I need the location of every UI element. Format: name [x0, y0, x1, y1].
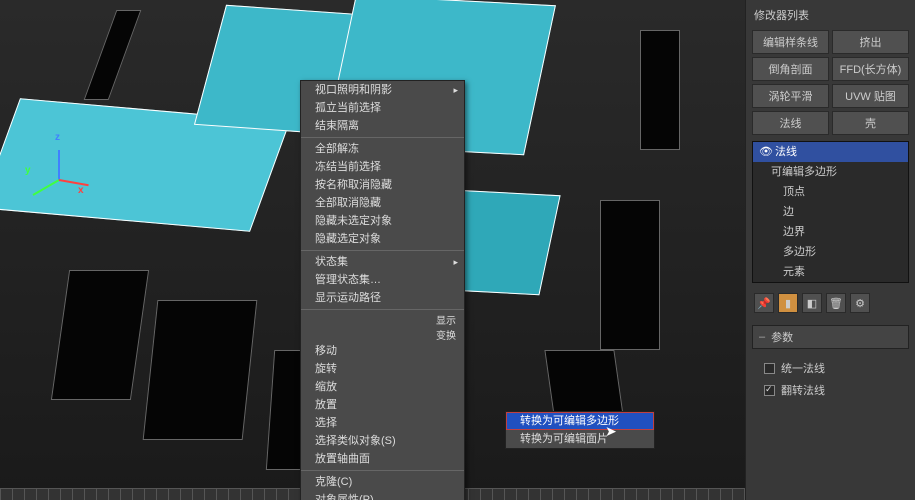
modifier-button[interactable]: 涡轮平滑	[752, 84, 829, 108]
checkbox-unify-normals[interactable]: 统一法线	[764, 357, 897, 379]
configure-sets-button[interactable]: ⚙	[850, 293, 870, 313]
axis-z-label: z	[55, 132, 60, 143]
rollout-params: 参数 统一法线 翻转法线	[752, 325, 909, 409]
modifier-button[interactable]: 壳	[832, 111, 909, 135]
make-unique-button[interactable]: ◧	[802, 293, 822, 313]
stack-subitem[interactable]: 边界	[753, 222, 908, 242]
rollout-title: 参数	[771, 329, 793, 345]
stack-subitem[interactable]: 边	[753, 202, 908, 222]
submenu-item-editable-poly[interactable]: 转换为可编辑多边形	[506, 412, 654, 430]
modifier-button[interactable]: 倒角剖面	[752, 57, 829, 81]
modifier-button[interactable]: UVW 贴图	[832, 84, 909, 108]
checkbox-label: 翻转法线	[781, 382, 825, 398]
menu-item[interactable]: 全部解冻	[301, 140, 464, 158]
menu-item[interactable]: 放置轴曲面	[301, 450, 464, 468]
context-submenu: 转换为可编辑多边形 转换为可编辑面片	[505, 411, 655, 449]
rollout-body: 统一法线 翻转法线	[752, 349, 909, 409]
checkbox-icon	[764, 363, 775, 374]
menu-item[interactable]: 缩放	[301, 378, 464, 396]
stack-item[interactable]: 可编辑多边形	[753, 162, 908, 182]
modifier-panel: 修改器列表 编辑样条线 挤出 倒角剖面 FFD(长方体) 涡轮平滑 UVW 贴图…	[745, 0, 915, 500]
pin-stack-button[interactable]: 📌	[754, 293, 774, 313]
modifier-button[interactable]: 编辑样条线	[752, 30, 829, 54]
modifier-button[interactable]: FFD(长方体)	[832, 57, 909, 81]
model-wall	[600, 200, 660, 350]
rollout-header[interactable]: 参数	[752, 325, 909, 349]
checkbox-label: 统一法线	[781, 360, 825, 376]
menu-item[interactable]: 冻结当前选择	[301, 158, 464, 176]
menu-item[interactable]: 隐藏选定对象	[301, 230, 464, 248]
panel-title: 修改器列表	[752, 4, 909, 26]
cursor-icon: ➤	[605, 423, 617, 440]
model-wall	[51, 270, 149, 400]
menu-item[interactable]: 隐藏未选定对象	[301, 212, 464, 230]
menu-item[interactable]: 旋转	[301, 360, 464, 378]
menu-item[interactable]: 孤立当前选择	[301, 99, 464, 117]
menu-item[interactable]: 管理状态集…	[301, 271, 464, 289]
axis-x-label: x	[78, 185, 84, 196]
modifier-stack: 👁 法线 可编辑多边形 顶点 边 边界 多边形 元素	[752, 141, 909, 283]
stack-toolbar: 📌 ▮ ◧ 🗑 ⚙	[752, 289, 909, 317]
menu-item[interactable]: 克隆(C)	[301, 473, 464, 491]
menu-item[interactable]: 显示运动路径	[301, 289, 464, 307]
menu-item[interactable]: 按名称取消隐藏	[301, 176, 464, 194]
visibility-icon[interactable]: 👁	[759, 144, 775, 160]
viewport-3d[interactable]: z y x 视口照明和阴影 孤立当前选择 结束隔离 全部解冻 冻结当前选择 按名…	[0, 0, 745, 500]
menu-label: 显示	[436, 312, 456, 327]
checkbox-flip-normals[interactable]: 翻转法线	[764, 379, 897, 401]
model-wall	[143, 300, 258, 440]
menu-separator	[301, 309, 464, 310]
menu-item[interactable]: 移动	[301, 342, 464, 360]
menu-item[interactable]: 放置	[301, 396, 464, 414]
menu-separator	[301, 470, 464, 471]
menu-item[interactable]: 选择类似对象(S)	[301, 432, 464, 450]
stack-item-label: 法线	[775, 144, 797, 160]
menu-item[interactable]: 视口照明和阴影	[301, 81, 464, 99]
checkbox-icon	[764, 385, 775, 396]
menu-item[interactable]: 对象属性(P)…	[301, 491, 464, 500]
stack-subitem[interactable]: 顶点	[753, 182, 908, 202]
context-menu: 视口照明和阴影 孤立当前选择 结束隔离 全部解冻 冻结当前选择 按名称取消隐藏 …	[300, 80, 465, 500]
modifier-buttons: 编辑样条线 挤出 倒角剖面 FFD(长方体) 涡轮平滑 UVW 贴图 法线 壳	[752, 30, 909, 135]
menu-item[interactable]: 状态集	[301, 253, 464, 271]
remove-modifier-button[interactable]: 🗑	[826, 293, 846, 313]
axis-y-label: y	[25, 165, 31, 176]
stack-item-selected[interactable]: 👁 法线	[753, 142, 908, 162]
menu-item[interactable]: 全部取消隐藏	[301, 194, 464, 212]
submenu-item[interactable]: 转换为可编辑面片	[506, 430, 654, 448]
menu-separator	[301, 250, 464, 251]
modifier-button[interactable]: 挤出	[832, 30, 909, 54]
menu-item[interactable]: 选择	[301, 414, 464, 432]
stack-subitem[interactable]: 元素	[753, 262, 908, 282]
show-end-result-button[interactable]: ▮	[778, 293, 798, 313]
menu-separator	[301, 137, 464, 138]
stack-item-label: 可编辑多边形	[771, 164, 837, 180]
axis-gizmo[interactable]: z y x	[30, 150, 90, 210]
stack-subitem[interactable]: 多边形	[753, 242, 908, 262]
model-wall	[640, 30, 680, 150]
menu-label: 变换	[436, 327, 456, 342]
menu-item[interactable]: 结束隔离	[301, 117, 464, 135]
model-room	[0, 0, 560, 290]
modifier-button[interactable]: 法线	[752, 111, 829, 135]
